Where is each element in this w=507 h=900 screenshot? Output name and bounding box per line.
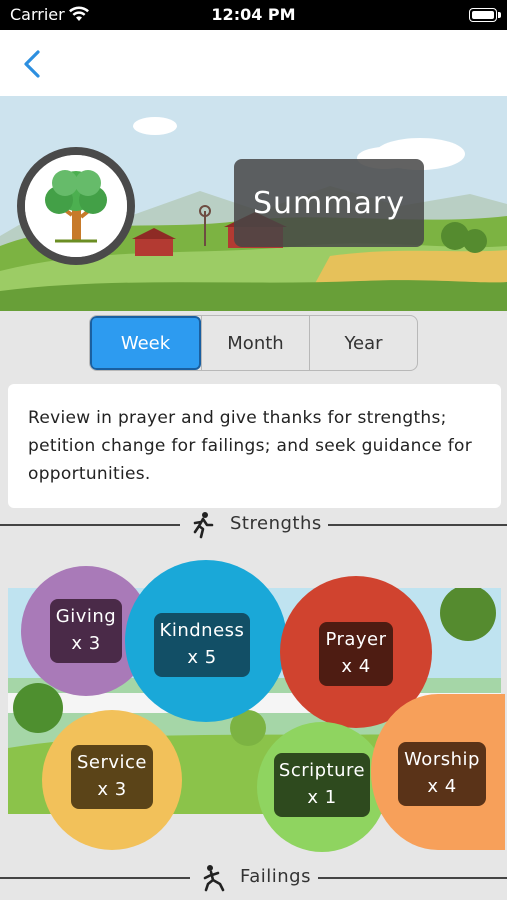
segment-week[interactable]: Week	[90, 316, 201, 370]
status-time: 12:04 PM	[211, 5, 296, 24]
back-button[interactable]	[16, 46, 50, 82]
strength-count: x 3	[71, 633, 101, 654]
chevron-left-icon	[24, 50, 40, 78]
page-title: Summary	[234, 159, 424, 247]
strength-count: x 1	[307, 787, 337, 808]
strength-chip-giving: Giving x 3	[50, 599, 122, 663]
strength-chip-service: Service x 3	[71, 745, 153, 809]
strength-name: Prayer	[325, 629, 387, 650]
divider-line-right	[318, 877, 507, 879]
navigation-bar	[0, 30, 507, 96]
strength-count: x 4	[341, 656, 371, 677]
strength-count: x 5	[187, 647, 217, 668]
failings-section-header: Failings	[0, 863, 507, 893]
description-card: Review in prayer and give thanks for str…	[8, 384, 501, 508]
status-bar: Carrier 12:04 PM	[0, 0, 507, 30]
failings-label: Failings	[240, 866, 311, 887]
strength-name: Service	[76, 752, 148, 773]
strength-chip-worship: Worship x 4	[398, 742, 486, 806]
strengths-bubble-chart: Giving x 3 Kindness x 5 Prayer x 4 Servi…	[0, 560, 507, 870]
strength-chip-prayer: Prayer x 4	[319, 622, 393, 686]
avatar-tree-icon	[17, 147, 135, 265]
strength-name: Worship	[404, 749, 480, 770]
segment-month[interactable]: Month	[201, 316, 309, 370]
battery-icon	[469, 8, 501, 22]
divider-line-left	[0, 524, 180, 526]
strength-count: x 3	[97, 779, 127, 800]
strength-name: Giving	[55, 606, 117, 627]
strengths-label: Strengths	[230, 513, 322, 534]
divider-line-right	[328, 524, 507, 526]
strength-name: Kindness	[159, 620, 245, 641]
strengths-section-header: Strengths	[0, 510, 507, 540]
period-segmented-control: Week Month Year	[89, 315, 418, 371]
strength-count: x 4	[427, 776, 457, 797]
strength-chip-scripture: Scripture x 1	[274, 753, 370, 817]
strength-chip-kindness: Kindness x 5	[154, 613, 250, 677]
divider-line-left	[0, 877, 190, 879]
falling-person-icon	[200, 864, 226, 892]
running-person-icon	[190, 511, 216, 539]
segment-year[interactable]: Year	[309, 316, 417, 370]
strength-name: Scripture	[278, 760, 366, 781]
